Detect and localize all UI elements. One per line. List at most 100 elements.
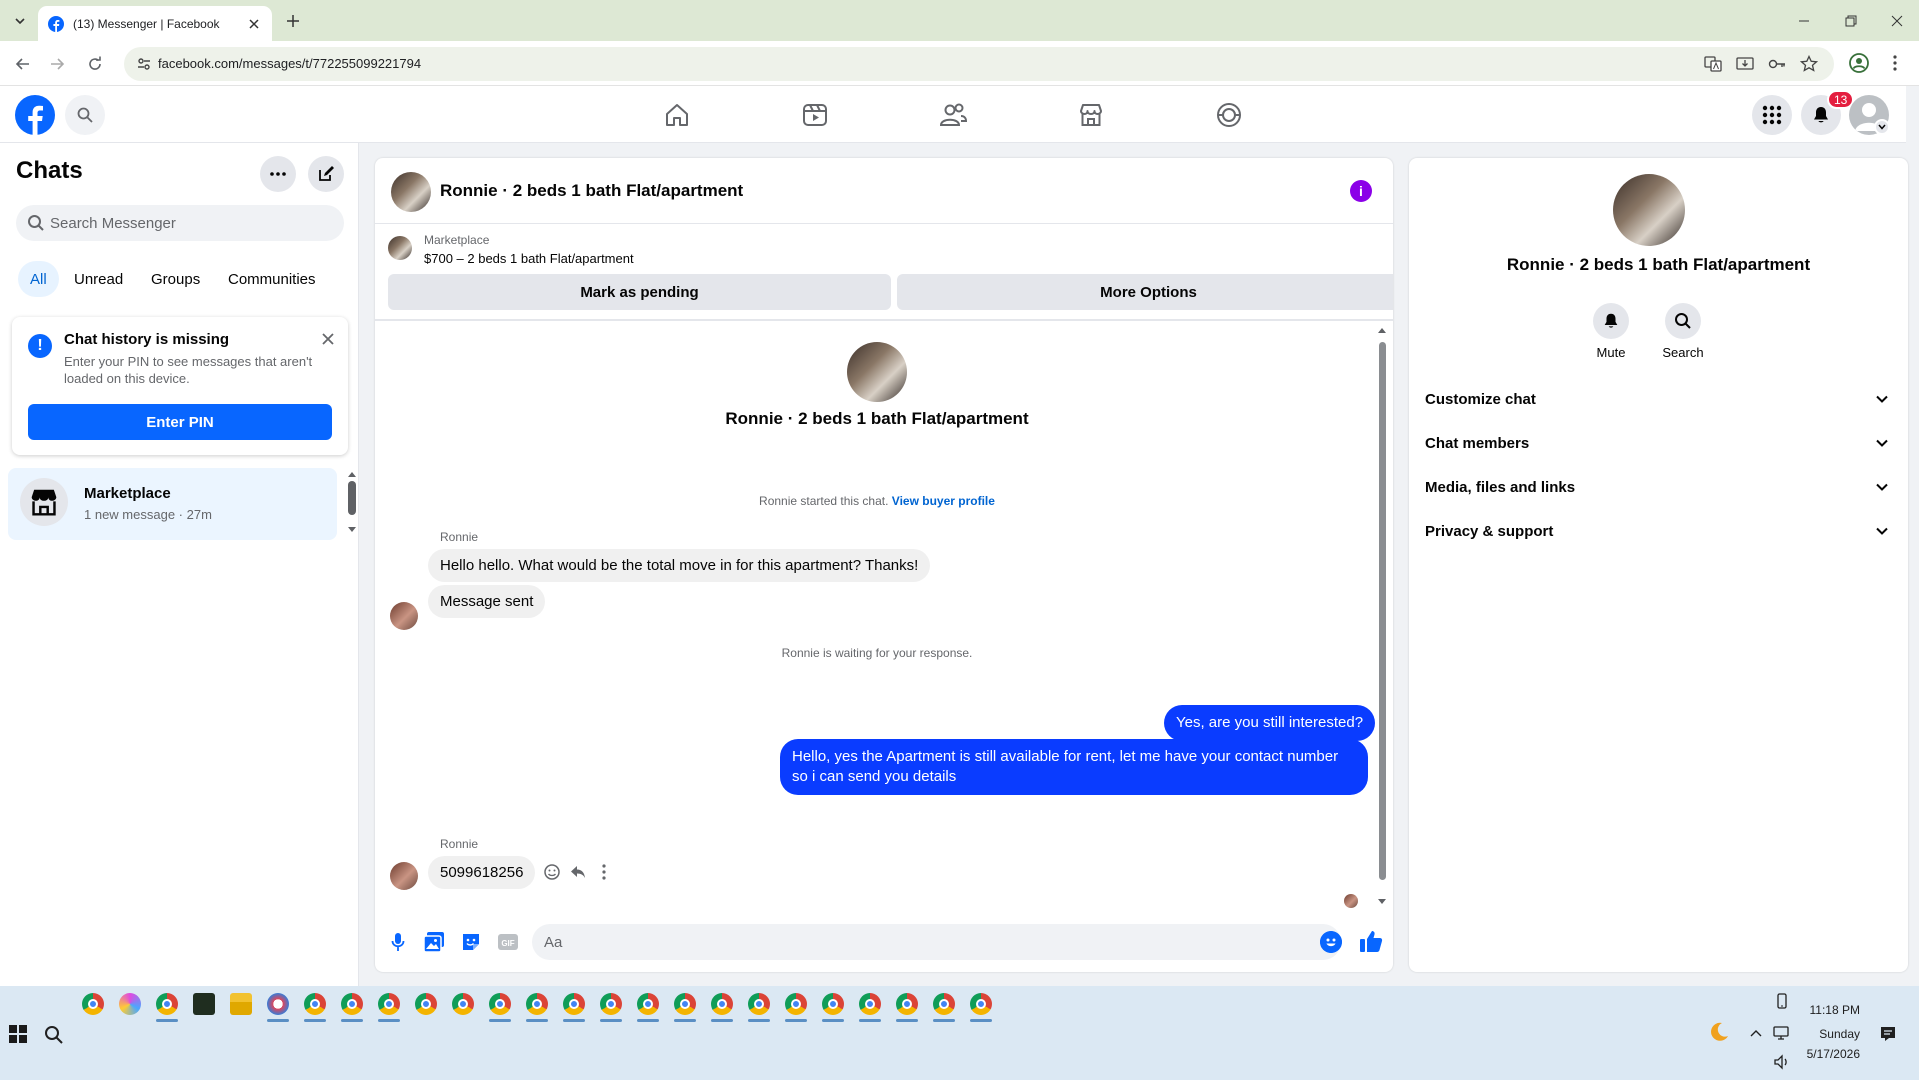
phone-link-icon[interactable] bbox=[1775, 993, 1791, 1009]
notification-center-icon[interactable] bbox=[1879, 1025, 1897, 1043]
facebook-search-icon[interactable] bbox=[65, 95, 105, 135]
chat-list-item[interactable]: Marketplace 1 new message · 27m bbox=[8, 468, 337, 540]
taskbar-search-icon[interactable] bbox=[44, 1025, 64, 1045]
conversation-title[interactable]: Ronnie · 2 beds 1 bath Flat/apartment bbox=[440, 181, 743, 201]
taskbar-chrome-icon[interactable] bbox=[563, 993, 585, 1015]
reload-icon[interactable] bbox=[82, 51, 108, 77]
taskbar-copilot-icon[interactable] bbox=[119, 993, 141, 1015]
video-icon[interactable] bbox=[800, 100, 830, 130]
listing-title[interactable]: $700 – 2 beds 1 bath Flat/apartment bbox=[424, 251, 634, 266]
close-tab-icon[interactable] bbox=[246, 16, 262, 32]
browser-profile-icon[interactable] bbox=[1848, 52, 1870, 74]
show-hidden-icons-chevron-icon[interactable] bbox=[1749, 1026, 1763, 1040]
gif-icon[interactable]: GIF bbox=[496, 930, 520, 954]
taskbar-chrome-icon[interactable] bbox=[489, 993, 511, 1015]
account-chevron-down-icon[interactable] bbox=[1874, 119, 1890, 135]
sticker-icon[interactable] bbox=[459, 930, 483, 954]
restore-window-icon[interactable] bbox=[1840, 10, 1862, 32]
taskbar-paint-app-icon[interactable] bbox=[267, 993, 289, 1015]
scroll-up-arrow-icon[interactable] bbox=[1376, 326, 1388, 334]
filter-tab-communities[interactable]: Communities bbox=[216, 261, 328, 297]
incoming-message-bubble[interactable]: 5099618256 bbox=[428, 856, 536, 889]
taskbar-chrome-icon[interactable] bbox=[82, 993, 104, 1015]
taskbar-chrome-icon[interactable] bbox=[415, 993, 437, 1015]
listing-thumbnail[interactable] bbox=[388, 236, 412, 260]
sender-avatar[interactable] bbox=[390, 602, 418, 630]
privacy-support-row[interactable]: Privacy & support bbox=[1425, 513, 1892, 549]
enter-pin-button[interactable]: Enter PIN bbox=[28, 404, 332, 440]
attach-photo-icon[interactable] bbox=[422, 930, 446, 954]
clock-time[interactable]: 11:18 PM bbox=[1800, 1003, 1860, 1017]
taskbar-chrome-icon[interactable] bbox=[785, 993, 807, 1015]
volume-icon[interactable] bbox=[1773, 1054, 1791, 1070]
filter-tab-groups[interactable]: Groups bbox=[139, 261, 212, 297]
password-key-icon[interactable] bbox=[1768, 55, 1786, 73]
gaming-icon[interactable] bbox=[1214, 100, 1244, 130]
emoji-icon[interactable] bbox=[1320, 931, 1342, 953]
sender-avatar[interactable] bbox=[390, 862, 418, 890]
incoming-message-bubble[interactable]: Hello hello. What would be the total mov… bbox=[428, 549, 931, 582]
install-app-icon[interactable] bbox=[1736, 55, 1754, 73]
home-icon[interactable] bbox=[662, 100, 692, 130]
back-icon[interactable] bbox=[10, 51, 36, 77]
taskbar-chrome-icon[interactable] bbox=[637, 993, 659, 1015]
info-icon[interactable]: i bbox=[1350, 180, 1372, 202]
taskbar-chrome-icon[interactable] bbox=[933, 993, 955, 1015]
chat-list-scrollbar[interactable] bbox=[348, 471, 356, 561]
incoming-message-bubble[interactable]: Message sent bbox=[428, 585, 546, 618]
site-info-icon[interactable] bbox=[136, 56, 152, 72]
scroll-thumb[interactable] bbox=[348, 481, 356, 515]
minimize-window-icon[interactable] bbox=[1793, 10, 1815, 32]
thumbs-up-icon[interactable] bbox=[1358, 928, 1384, 954]
friends-icon[interactable] bbox=[938, 100, 968, 130]
scroll-up-arrow-icon[interactable] bbox=[348, 471, 356, 477]
mark-as-pending-button[interactable]: Mark as pending bbox=[388, 274, 891, 310]
taskbar-chrome-icon[interactable] bbox=[748, 993, 770, 1015]
taskbar-chrome-icon[interactable] bbox=[711, 993, 733, 1015]
chat-members-row[interactable]: Chat members bbox=[1425, 425, 1892, 461]
voice-clip-icon[interactable] bbox=[386, 930, 410, 954]
customize-chat-row[interactable]: Customize chat bbox=[1425, 381, 1892, 417]
scroll-down-arrow-icon[interactable] bbox=[1376, 898, 1388, 906]
bookmark-star-icon[interactable] bbox=[1800, 55, 1818, 73]
taskbar-notes-app-icon[interactable] bbox=[193, 993, 215, 1015]
filter-tab-unread[interactable]: Unread bbox=[62, 261, 135, 297]
taskbar-chrome-icon[interactable] bbox=[452, 993, 474, 1015]
address-bar[interactable]: facebook.com/messages/t/772255099221794 bbox=[124, 47, 1834, 81]
message-input[interactable] bbox=[532, 924, 1341, 960]
taskbar-chrome-icon[interactable] bbox=[526, 993, 548, 1015]
windows-start-icon[interactable] bbox=[9, 1025, 27, 1043]
taskbar-file-explorer-icon[interactable] bbox=[230, 993, 252, 1015]
contact-avatar-large[interactable] bbox=[1613, 174, 1685, 246]
react-emoji-icon[interactable] bbox=[541, 861, 563, 883]
messages-scrollbar[interactable] bbox=[1376, 326, 1388, 906]
translate-icon[interactable] bbox=[1704, 55, 1722, 73]
scroll-down-arrow-icon[interactable] bbox=[348, 527, 356, 533]
taskbar-chrome-icon[interactable] bbox=[822, 993, 844, 1015]
outgoing-message-bubble[interactable]: Yes, are you still interested? bbox=[1164, 705, 1376, 741]
more-options-button[interactable]: More Options bbox=[897, 274, 1393, 310]
taskbar-chrome-icon[interactable] bbox=[674, 993, 696, 1015]
new-message-icon[interactable] bbox=[308, 156, 344, 192]
taskbar-chrome-icon[interactable] bbox=[304, 993, 326, 1015]
mute-button[interactable]: Mute bbox=[1571, 303, 1651, 360]
browser-menu-icon[interactable] bbox=[1885, 52, 1905, 74]
filter-tab-all[interactable]: All bbox=[18, 261, 59, 297]
more-actions-icon[interactable] bbox=[593, 861, 615, 883]
forward-icon[interactable] bbox=[44, 51, 70, 77]
close-window-icon[interactable] bbox=[1886, 10, 1908, 32]
close-icon[interactable] bbox=[318, 329, 338, 349]
taskbar-chrome-icon[interactable] bbox=[378, 993, 400, 1015]
taskbar-chrome-icon[interactable] bbox=[341, 993, 363, 1015]
menu-grid-icon[interactable] bbox=[1752, 95, 1792, 135]
search-messenger-input[interactable] bbox=[16, 205, 344, 241]
media-files-links-row[interactable]: Media, files and links bbox=[1425, 469, 1892, 505]
view-buyer-profile-link[interactable]: View buyer profile bbox=[892, 494, 995, 508]
marketplace-icon[interactable] bbox=[1076, 100, 1106, 130]
taskbar-chrome-icon[interactable] bbox=[896, 993, 918, 1015]
scroll-thumb[interactable] bbox=[1379, 342, 1386, 880]
taskbar-chrome-icon[interactable] bbox=[600, 993, 622, 1015]
taskbar-chrome-icon[interactable] bbox=[156, 993, 178, 1015]
chats-options-icon[interactable] bbox=[260, 156, 296, 192]
network-icon[interactable] bbox=[1772, 1024, 1790, 1042]
